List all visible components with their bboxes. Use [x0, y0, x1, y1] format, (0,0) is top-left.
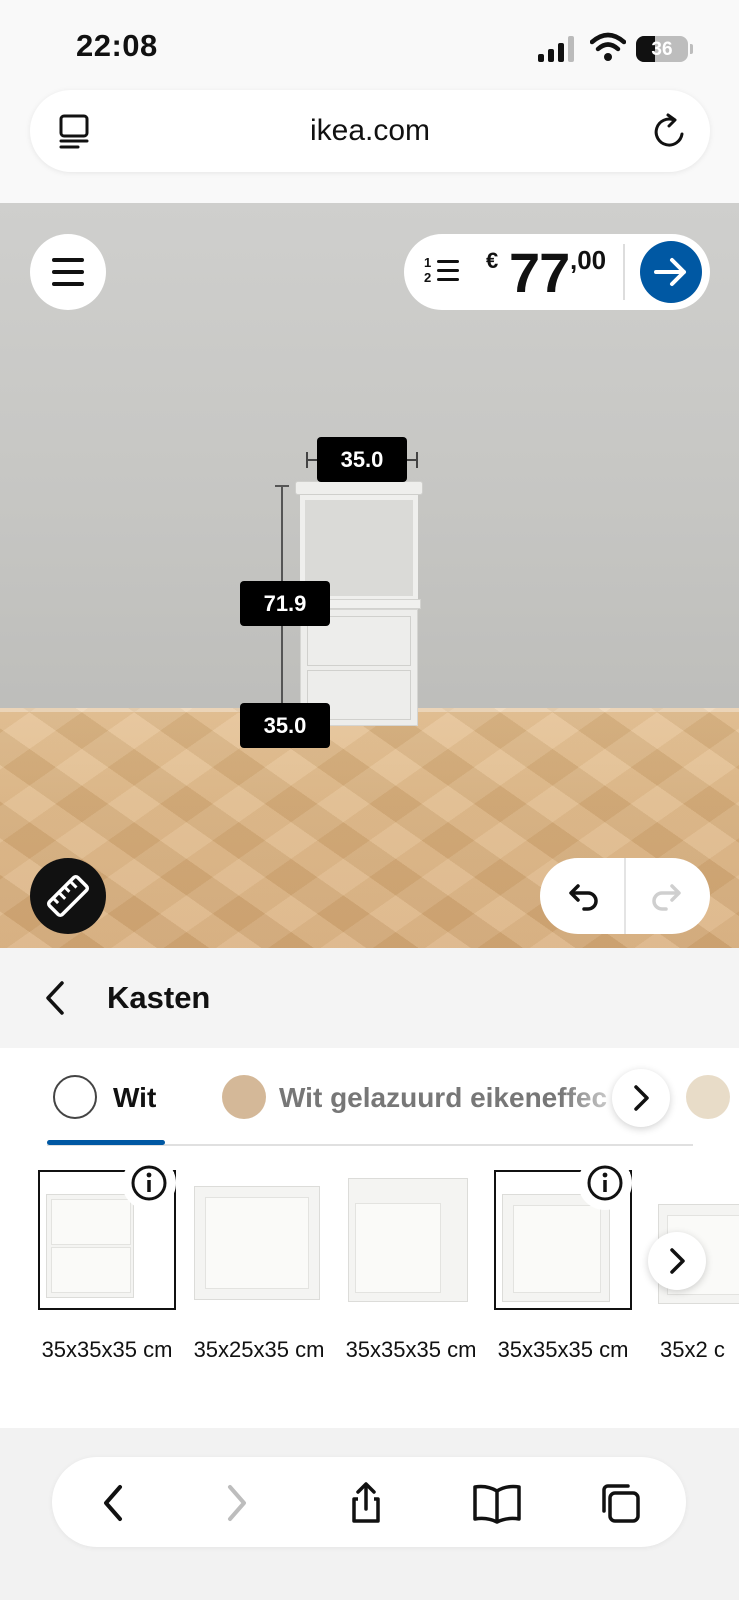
back-icon[interactable]	[92, 1481, 136, 1525]
product-thumbnail[interactable]	[190, 1170, 328, 1310]
tabs-icon[interactable]	[598, 1481, 642, 1525]
category-title: Kasten	[107, 980, 211, 1015]
reload-icon[interactable]	[652, 112, 688, 150]
product-size-label: 35x2 c	[660, 1337, 725, 1362]
active-tab-indicator	[47, 1140, 165, 1145]
battery-level: 36	[651, 39, 673, 60]
planner-3d-view[interactable]: 12 € 77 ,00 35.0 71.9 35.0	[0, 203, 739, 948]
info-button[interactable]	[122, 1156, 176, 1210]
price-currency: €	[486, 248, 499, 273]
height-label: 71.9	[240, 581, 330, 626]
products-scroll-right-button[interactable]	[648, 1232, 706, 1290]
arrow-right-icon	[654, 258, 686, 286]
product-size-label: 35x25x35 cm	[193, 1337, 325, 1362]
browser-nav-pill	[52, 1457, 686, 1547]
wifi-icon	[590, 32, 626, 61]
product-size-label: 35x35x35 cm	[345, 1337, 477, 1362]
share-icon[interactable]	[344, 1481, 388, 1525]
forward-icon[interactable]	[214, 1481, 258, 1525]
price-summary[interactable]: 12 € 77 ,00	[404, 234, 710, 310]
color-swatch	[222, 1075, 266, 1119]
product-size-label: 35x35x35 cm	[41, 1337, 173, 1362]
color-tabs: Wit Wit gelazuurd eikeneffec	[0, 1048, 739, 1148]
chevron-right-icon	[670, 1248, 685, 1274]
browser-toolbar: ikea.com	[0, 90, 739, 203]
undo-icon[interactable]	[564, 876, 604, 916]
url-text: ikea.com	[309, 114, 431, 147]
product-size-label: 35x35x35 cm	[497, 1337, 629, 1362]
status-time: 22:08	[76, 28, 158, 63]
ruler-icon	[46, 874, 90, 918]
continue-button[interactable]	[640, 241, 702, 303]
redo-icon[interactable]	[646, 876, 686, 916]
chevron-left-icon[interactable]	[40, 978, 70, 1018]
info-button[interactable]	[578, 1156, 632, 1210]
depth-label: 35.0	[240, 703, 330, 748]
menu-button[interactable]	[30, 234, 106, 310]
status-bar: 22:08 36	[0, 0, 739, 90]
width-label: 35.0	[317, 437, 407, 482]
bookmarks-icon[interactable]	[472, 1481, 522, 1525]
undo-redo-controls	[540, 858, 710, 934]
info-icon	[131, 1165, 167, 1201]
color-swatch[interactable]	[686, 1075, 730, 1119]
product-list: 35x35x35 cm 35x25x35 cm 35x35x35 cm 35x3…	[0, 1148, 739, 1428]
tab-label: Wit	[113, 1082, 157, 1113]
product-thumbnail[interactable]	[342, 1170, 480, 1310]
price-integer: 77	[509, 241, 570, 304]
battery-icon: 36	[636, 36, 688, 62]
tab-label: Wit gelazuurd eikeneffec	[279, 1082, 608, 1113]
color-swatch	[53, 1075, 97, 1119]
product-card[interactable]: 35x2 c	[646, 1170, 739, 1420]
numbered-list-icon[interactable]: 12	[424, 255, 460, 288]
address-bar[interactable]: ikea.com	[30, 90, 710, 172]
browser-bottom-bar	[0, 1428, 739, 1600]
measure-toggle-button[interactable]	[30, 858, 106, 934]
chevron-right-icon	[634, 1085, 649, 1111]
category-header: Kasten	[0, 948, 739, 1048]
info-icon	[587, 1165, 623, 1201]
price-decimal: ,00	[570, 245, 607, 275]
cellular-signal-icon	[538, 36, 578, 62]
tabs-scroll-right-button[interactable]	[612, 1069, 670, 1127]
